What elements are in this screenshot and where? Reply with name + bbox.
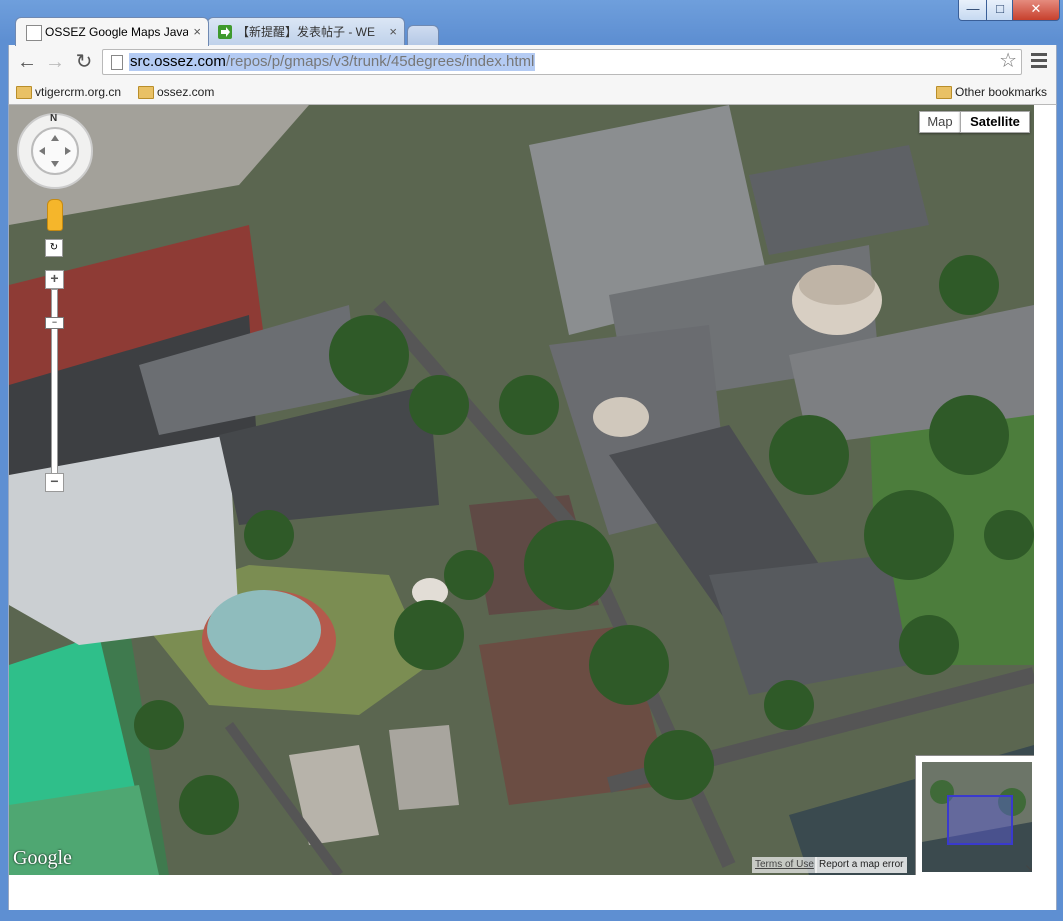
aerial-imagery [9, 105, 1034, 875]
overview-toggle-icon[interactable]: ↘ [1025, 863, 1033, 874]
zoom-slider-handle[interactable]: − [45, 317, 64, 329]
other-bookmarks-label: Other bookmarks [955, 85, 1048, 99]
north-label: N [50, 113, 58, 124]
browser-window: — □ ✕ OSSEZ Google Maps JavaS × 【新提醒】发表帖… [0, 0, 1063, 921]
menu-icon[interactable] [1031, 53, 1047, 71]
tab-title: 【新提醒】发表帖子 - WE [237, 25, 375, 39]
browser-toolbar: ← → ↻ src.ossez.com/repos/p/gmaps/v3/tru… [8, 45, 1057, 79]
url-path: /repos/p/gmaps/v3/trunk/45degrees/index.… [225, 53, 535, 70]
map-type-satellite-button[interactable]: Satellite [960, 111, 1030, 133]
zoom-in-button[interactable]: + [45, 270, 64, 289]
close-window-button[interactable]: ✕ [1012, 0, 1060, 21]
bookmark-label: ossez.com [157, 85, 215, 99]
url-host: src.ossez.com [130, 53, 226, 70]
forward-button[interactable]: → [42, 49, 68, 75]
new-tab-button[interactable] [407, 25, 439, 46]
other-bookmarks[interactable]: Other bookmarks [933, 83, 1047, 101]
bookmark-vtigercrm[interactable]: vtigercrm.org.cn [13, 83, 121, 101]
tab-close-icon[interactable]: × [389, 18, 397, 46]
rotate-icon[interactable]: ↻ [45, 239, 63, 257]
url-text[interactable]: src.ossez.com/repos/p/gmaps/v3/trunk/45d… [129, 53, 536, 71]
folder-icon [16, 86, 32, 99]
tab-close-icon[interactable]: × [193, 18, 201, 46]
terms-of-use-link[interactable]: Terms of Use [752, 857, 817, 873]
tab-forum-post[interactable]: 【新提醒】发表帖子 - WE × [207, 17, 405, 46]
overview-map[interactable]: ↘ [915, 755, 1034, 875]
overview-viewport[interactable] [947, 795, 1013, 845]
page-icon [111, 55, 123, 70]
pan-arrows-icon [39, 135, 71, 167]
report-map-error-link[interactable]: Report a map error [815, 857, 908, 873]
compass-pan-control[interactable]: N [17, 113, 93, 189]
minimize-button[interactable]: — [958, 0, 988, 21]
tab-title: OSSEZ Google Maps JavaS [45, 25, 188, 39]
bookmark-ossez[interactable]: ossez.com [135, 83, 214, 101]
folder-icon [138, 86, 154, 99]
bookmark-star-icon[interactable]: ☆ [999, 50, 1017, 72]
page-favicon-icon [26, 25, 42, 41]
bookmarks-bar: vtigercrm.org.cn ossez.com Other bookmar… [8, 79, 1057, 105]
page-content: Map Satellite N ↻ + − − Google Terms of … [8, 105, 1057, 910]
reload-button[interactable]: ↻ [71, 49, 97, 75]
folder-icon [936, 86, 952, 99]
tab-ossez-maps[interactable]: OSSEZ Google Maps JavaS × [15, 17, 209, 46]
map-canvas[interactable]: Map Satellite N ↻ + − − Google Terms of … [9, 105, 1034, 875]
pan-ring-icon[interactable] [31, 127, 79, 175]
pegman-icon[interactable] [47, 199, 63, 231]
map-type-map-button[interactable]: Map [919, 111, 961, 133]
green-arrow-icon [218, 25, 232, 39]
overview-imagery [922, 762, 1032, 872]
maximize-button[interactable]: □ [986, 0, 1014, 21]
zoom-out-button[interactable]: − [45, 473, 64, 492]
address-bar[interactable]: src.ossez.com/repos/p/gmaps/v3/trunk/45d… [102, 49, 1022, 75]
back-button[interactable]: ← [14, 49, 40, 75]
bookmark-label: vtigercrm.org.cn [35, 85, 122, 99]
google-logo: Google [13, 847, 72, 869]
